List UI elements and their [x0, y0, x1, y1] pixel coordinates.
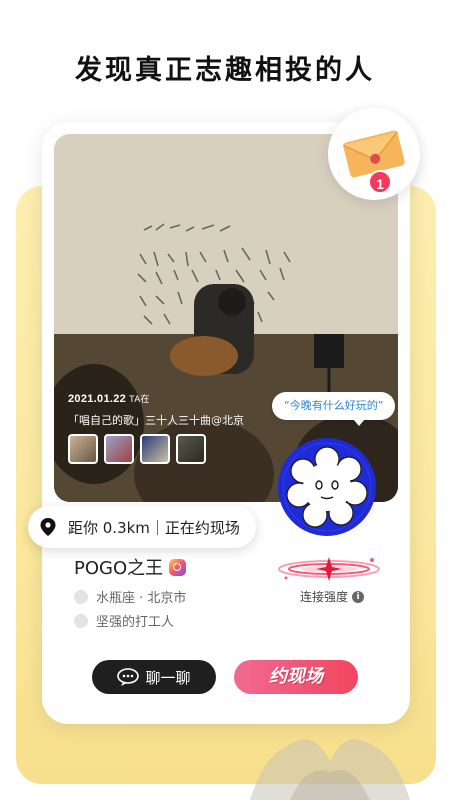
zodiac-location-row: 水瓶座 · 北京市 [74, 587, 186, 606]
person-icon [74, 613, 88, 628]
thumbnail[interactable] [68, 434, 98, 464]
location-pin-icon [40, 518, 56, 536]
notification-badge: 1 [368, 170, 392, 194]
username: POGO之王 [74, 554, 187, 580]
thumbnail[interactable] [140, 434, 170, 464]
meet-at-venue-button[interactable]: 约现场 [234, 660, 358, 694]
chat-button-label: 聊一聊 [145, 668, 191, 687]
connection-strength-graphic [278, 557, 380, 581]
flower-avatar-icon [283, 443, 371, 531]
star-icon [74, 589, 88, 604]
connection-strength-text: 连接强度 [300, 590, 349, 604]
distance-text: 距你 0.3km｜正在约现场 [68, 518, 240, 537]
camera-badge-icon [169, 558, 187, 576]
zodiac-location-text: 水瓶座 · 北京市 [96, 591, 187, 606]
connection-strength-label: 连接强度 i [300, 588, 365, 605]
occupation-row: 坚强的打工人 [74, 611, 174, 630]
post-date: 2021.01.22 TA在 [68, 393, 150, 405]
thumbnail[interactable] [176, 434, 206, 464]
page-headline: 发现真正志趣相投的人 [75, 55, 375, 86]
occupation-text: 坚强的打工人 [96, 615, 175, 630]
username-text: POGO之王 [74, 558, 164, 579]
chat-button[interactable]: 聊一聊 [92, 660, 216, 694]
distance-status-pill: 距你 0.3km｜正在约现场 [28, 506, 256, 548]
thumbnail[interactable] [104, 434, 134, 464]
info-icon[interactable]: i [352, 590, 365, 603]
photo-thumbnails [68, 434, 206, 464]
chat-bubble-icon [117, 668, 140, 686]
status-speech-bubble: “今晚有什么好玩的” [272, 392, 396, 426]
avatar[interactable] [278, 438, 376, 536]
post-caption: 「唱自己的歌」三十人三十曲@北京 [68, 414, 244, 427]
